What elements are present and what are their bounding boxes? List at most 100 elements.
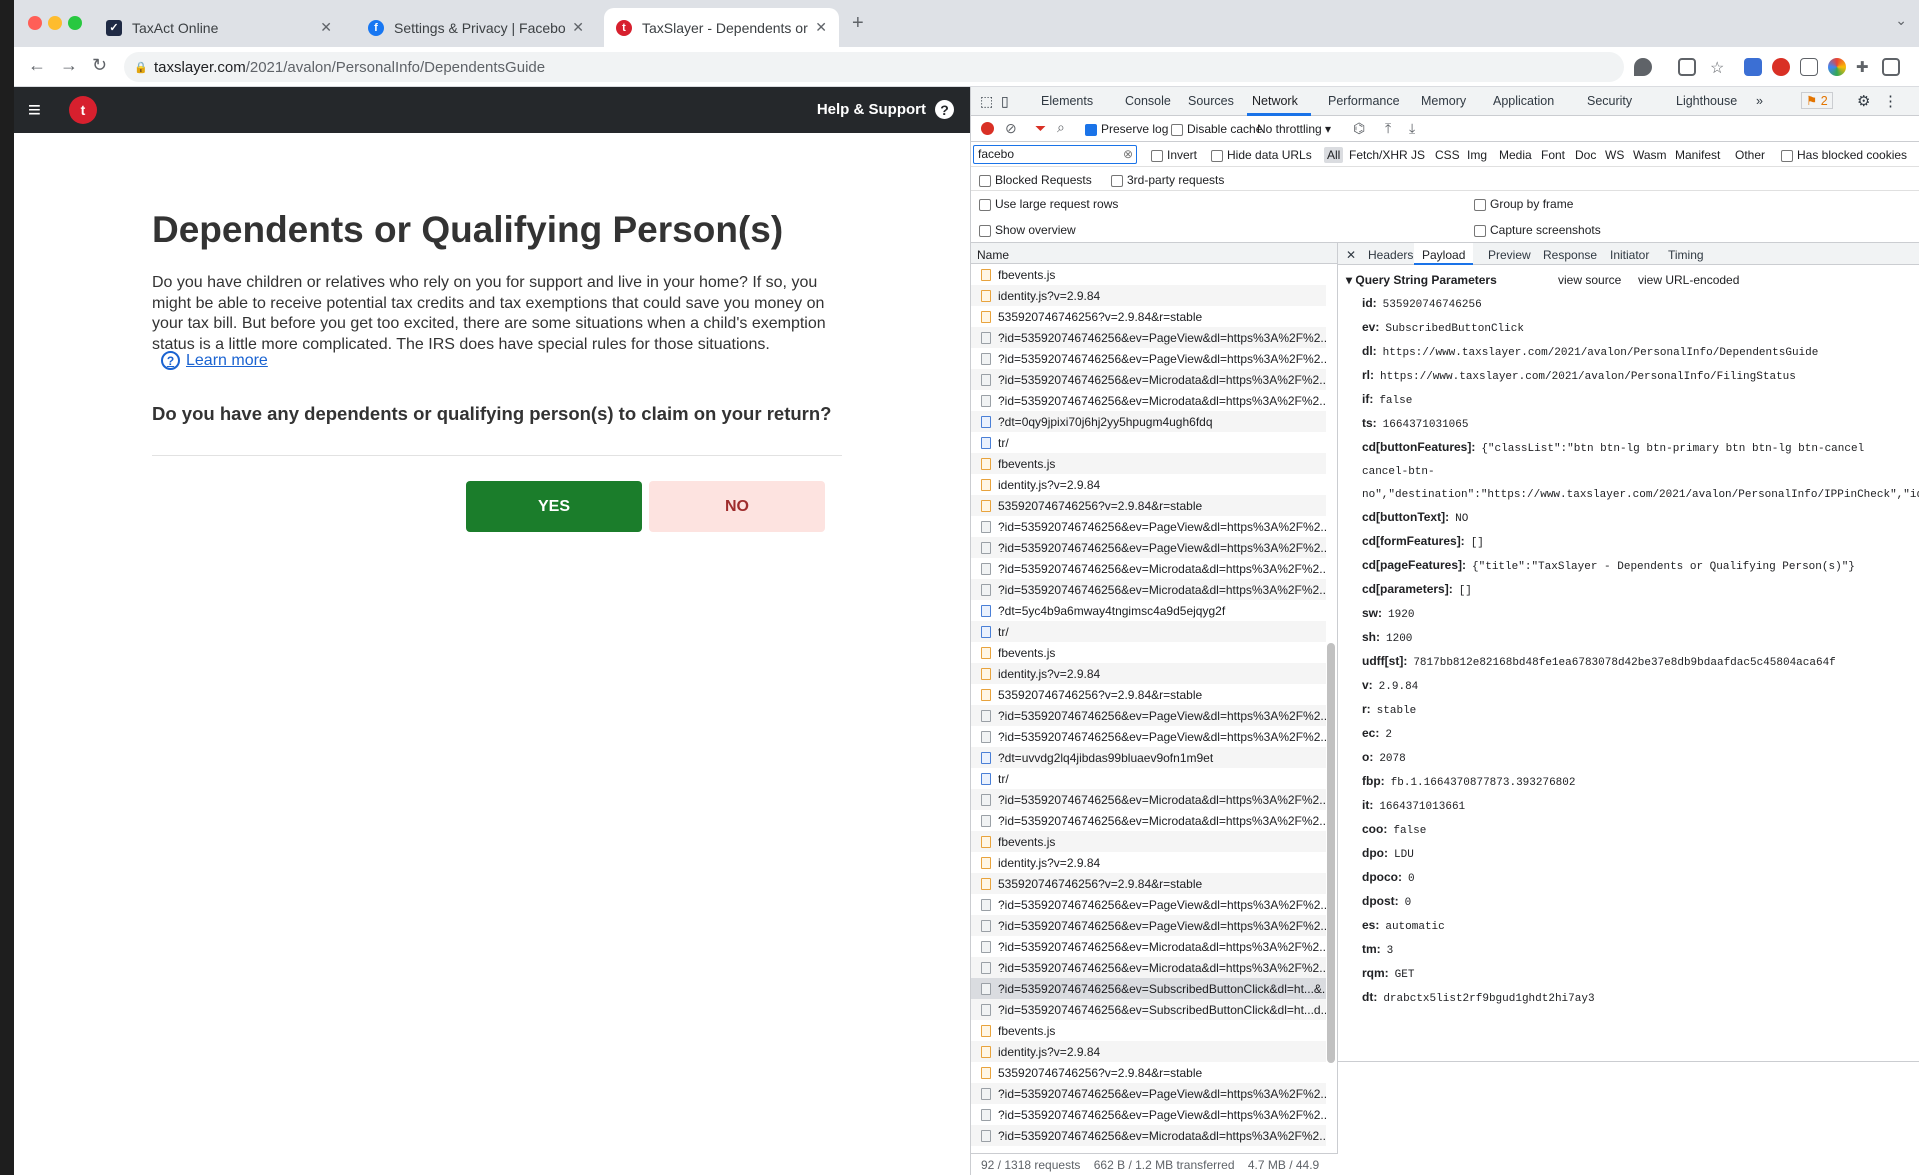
- type-filter-wasm[interactable]: Wasm: [1633, 148, 1667, 162]
- network-conditions-icon[interactable]: ⌬: [1353, 120, 1365, 137]
- request-row[interactable]: ?id=535920746746256&ev=PageView&dl=https…: [971, 726, 1326, 747]
- request-row[interactable]: ?id=535920746746256&ev=Microdata&dl=http…: [971, 810, 1326, 831]
- bookmark-star-icon[interactable]: ☆: [1710, 58, 1728, 77]
- settings-gear-icon[interactable]: ⚙: [1857, 92, 1870, 110]
- export-har-icon[interactable]: ⤓: [1409, 120, 1415, 137]
- share-icon[interactable]: [1678, 58, 1696, 76]
- url-input[interactable]: 🔒 taxslayer.com/2021/avalon/PersonalInfo…: [124, 52, 1624, 82]
- close-window-button[interactable]: [28, 16, 42, 30]
- issues-badge[interactable]: ⚑ 2: [1801, 92, 1833, 109]
- type-filter-doc[interactable]: Doc: [1575, 148, 1596, 162]
- location-icon[interactable]: [1634, 58, 1652, 76]
- tab-search-chevron-icon[interactable]: ⌄: [1895, 12, 1907, 29]
- extension-devtools-icon[interactable]: [1744, 58, 1762, 76]
- tab-network[interactable]: Network: [1252, 94, 1298, 108]
- side-panel-icon[interactable]: [1882, 58, 1900, 76]
- tab-sources[interactable]: Sources: [1188, 94, 1234, 108]
- checkbox[interactable]: [979, 174, 991, 187]
- tab-application[interactable]: Application: [1493, 94, 1554, 108]
- throttling-select[interactable]: No throttling ▾: [1257, 122, 1331, 136]
- learn-more-link[interactable]: ? Learn more: [161, 351, 268, 370]
- request-row[interactable]: ?id=535920746746256&ev=PageView&dl=https…: [971, 327, 1326, 348]
- request-row[interactable]: 535920746746256?v=2.9.84&r=stable: [971, 495, 1326, 516]
- tab-taxslayer[interactable]: t TaxSlayer - Dependents or Qua ✕: [604, 8, 839, 47]
- checkbox[interactable]: [1171, 123, 1183, 136]
- capture-screenshots-toggle[interactable]: Capture screenshots: [1474, 223, 1601, 237]
- reload-icon[interactable]: ↻: [92, 55, 107, 76]
- request-row[interactable]: fbevents.js: [971, 1020, 1326, 1041]
- no-button[interactable]: NO: [649, 481, 825, 532]
- import-har-icon[interactable]: ⤒: [1385, 120, 1391, 137]
- clear-icon[interactable]: ⊘: [1005, 120, 1017, 137]
- request-row[interactable]: identity.js?v=2.9.84: [971, 852, 1326, 873]
- record-icon[interactable]: [981, 122, 994, 135]
- type-filter-all[interactable]: All: [1324, 147, 1344, 163]
- inspect-element-icon[interactable]: ⬚: [980, 93, 993, 110]
- disable-cache-toggle[interactable]: Disable cache: [1171, 122, 1262, 136]
- request-row[interactable]: ?id=535920746746256&ev=Microdata&dl=http…: [971, 579, 1326, 600]
- request-row[interactable]: tr/: [971, 621, 1326, 642]
- minimize-window-button[interactable]: [48, 16, 62, 30]
- new-tab-icon[interactable]: +: [852, 12, 864, 35]
- tab-lighthouse[interactable]: Lighthouse: [1676, 94, 1737, 108]
- search-icon[interactable]: ⌕: [1057, 119, 1065, 136]
- request-row[interactable]: tr/: [971, 768, 1326, 789]
- help-support-link[interactable]: Help & Support: [817, 101, 926, 118]
- type-filter-css[interactable]: CSS: [1435, 148, 1460, 162]
- type-filter-ws[interactable]: WS: [1605, 148, 1624, 162]
- request-row[interactable]: ?id=535920746746256&ev=PageView&dl=https…: [971, 1083, 1326, 1104]
- devtools-menu-icon[interactable]: ⋮: [1883, 92, 1898, 110]
- checkbox[interactable]: [1151, 149, 1163, 162]
- tab-headers[interactable]: Headers: [1368, 248, 1413, 262]
- type-filter-font[interactable]: Font: [1541, 148, 1565, 162]
- request-row[interactable]: 535920746746256?v=2.9.84&r=stable: [971, 684, 1326, 705]
- close-tab-icon[interactable]: ✕: [572, 19, 584, 36]
- invert-toggle[interactable]: Invert: [1151, 148, 1197, 162]
- query-string-parameters-header[interactable]: ▾ Query String Parameters: [1346, 273, 1497, 287]
- maximize-window-button[interactable]: [68, 16, 82, 30]
- tab-memory[interactable]: Memory: [1421, 94, 1466, 108]
- checkbox[interactable]: [979, 198, 991, 211]
- request-row[interactable]: ?id=535920746746256&ev=Microdata&dl=http…: [971, 957, 1326, 978]
- request-row[interactable]: ?id=535920746746256&ev=Microdata&dl=http…: [971, 1125, 1326, 1146]
- filter-input[interactable]: facebo ⊗: [973, 145, 1137, 164]
- request-row[interactable]: ?id=535920746746256&ev=PageView&dl=https…: [971, 915, 1326, 936]
- blocked-requests-toggle[interactable]: Blocked Requests: [979, 173, 1092, 187]
- yes-button[interactable]: YES: [466, 481, 642, 532]
- tab-facebook[interactable]: f Settings & Privacy | Facebook ✕: [356, 8, 596, 47]
- type-filter-fetch-xhr[interactable]: Fetch/XHR: [1349, 148, 1408, 162]
- back-icon[interactable]: ←: [28, 55, 46, 76]
- request-row[interactable]: 535920746746256?v=2.9.84&r=stable: [971, 306, 1326, 327]
- checkbox[interactable]: [1474, 198, 1486, 211]
- tab-initiator[interactable]: Initiator: [1610, 248, 1649, 262]
- tab-response[interactable]: Response: [1543, 248, 1597, 262]
- tab-performance[interactable]: Performance: [1328, 94, 1400, 108]
- help-question-icon[interactable]: ?: [935, 100, 954, 119]
- request-row[interactable]: 535920746746256?v=2.9.84&r=stable: [971, 1062, 1326, 1083]
- checkbox[interactable]: [1211, 149, 1223, 162]
- type-filter-img[interactable]: Img: [1467, 148, 1487, 162]
- tab-taxact[interactable]: ✓ TaxAct Online ✕: [94, 8, 344, 47]
- checkbox[interactable]: [1111, 174, 1123, 187]
- request-row[interactable]: ?id=535920746746256&ev=PageView&dl=https…: [971, 894, 1326, 915]
- close-tab-icon[interactable]: ✕: [815, 19, 827, 36]
- checkbox-checked[interactable]: [1085, 123, 1097, 136]
- close-detail-icon[interactable]: ✕: [1346, 248, 1356, 262]
- request-row[interactable]: ?id=535920746746256&ev=PageView&dl=https…: [971, 1104, 1326, 1125]
- checkbox[interactable]: [979, 224, 991, 237]
- request-row[interactable]: ?id=535920746746256&ev=SubscribedButtonC…: [971, 978, 1326, 999]
- extension-color-icon[interactable]: [1828, 58, 1846, 76]
- request-row[interactable]: fbevents.js: [971, 831, 1326, 852]
- request-row[interactable]: tr/: [971, 432, 1326, 453]
- device-toolbar-icon[interactable]: ▯: [1001, 93, 1009, 110]
- request-list-scrollbar[interactable]: [1327, 643, 1335, 1063]
- request-row[interactable]: ?id=535920746746256&ev=PageView&dl=https…: [971, 537, 1326, 558]
- large-rows-toggle[interactable]: Use large request rows: [979, 197, 1118, 211]
- tab-timing[interactable]: Timing: [1668, 248, 1704, 262]
- request-row[interactable]: fbevents.js: [971, 453, 1326, 474]
- request-row[interactable]: identity.js?v=2.9.84: [971, 285, 1326, 306]
- request-row[interactable]: ?dt=5yc4b9a6mway4tngimsc4a9d5ejqyg2f: [971, 600, 1326, 621]
- request-row[interactable]: ?dt=0qy9jpixi70j6hj2yy5hpugm4ugh6fdq: [971, 411, 1326, 432]
- type-filter-js[interactable]: JS: [1411, 148, 1425, 162]
- request-row[interactable]: ?id=535920746746256&ev=PageView&dl=https…: [971, 516, 1326, 537]
